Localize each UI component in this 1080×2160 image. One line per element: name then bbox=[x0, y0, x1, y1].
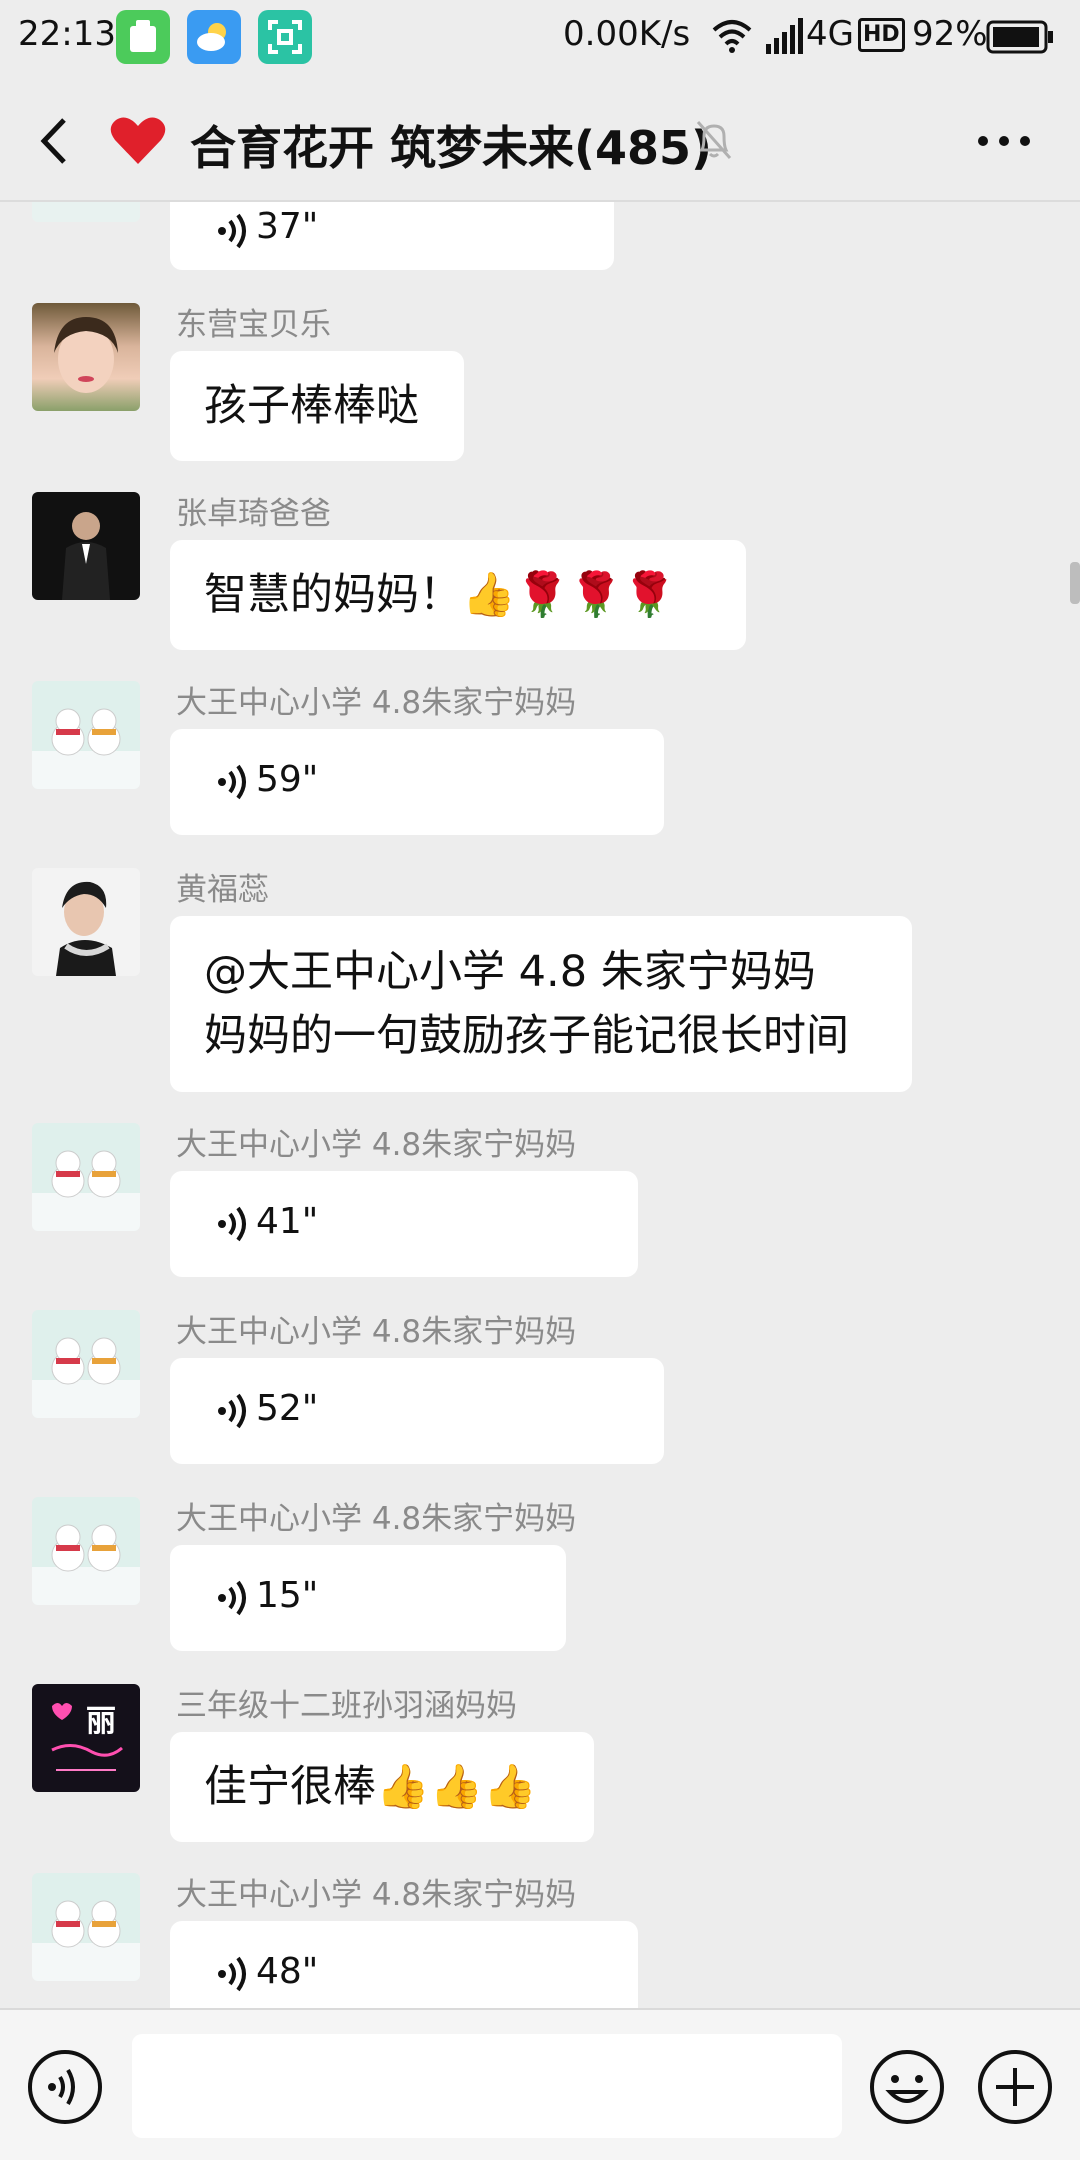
voice-icon bbox=[218, 1956, 246, 1992]
battery-icon bbox=[986, 20, 1053, 54]
net-speed: 0.00K/s bbox=[563, 14, 691, 54]
avatar[interactable] bbox=[32, 868, 140, 976]
voice-icon bbox=[218, 764, 246, 800]
sender-name: 大王中心小学 4.8朱家宁妈妈 bbox=[176, 1314, 577, 1350]
weather-icon bbox=[187, 10, 241, 64]
avatar[interactable] bbox=[32, 1310, 140, 1418]
chat-header: 合育花开 筑梦未来(485) bbox=[0, 74, 1080, 202]
sender-name: 大王中心小学 4.8朱家宁妈妈 bbox=[176, 1877, 577, 1913]
voice-bubble[interactable]: 48" bbox=[170, 1921, 638, 2008]
avatar[interactable] bbox=[32, 202, 140, 222]
mute-bell-icon bbox=[696, 121, 732, 159]
scrollbar-thumb[interactable] bbox=[1070, 562, 1080, 604]
voice-duration: 59" bbox=[256, 759, 319, 800]
sender-name: 大王中心小学 4.8朱家宁妈妈 bbox=[176, 685, 577, 721]
clock: 22:13 bbox=[18, 14, 116, 54]
back-arrow-icon[interactable] bbox=[36, 114, 72, 168]
voice-bubble[interactable]: 41" bbox=[170, 1171, 638, 1277]
wifi-icon bbox=[712, 20, 752, 53]
input-bar bbox=[0, 2008, 1080, 2160]
screenshot-icon bbox=[258, 10, 312, 64]
text-bubble[interactable]: 孩子棒棒哒 bbox=[170, 351, 464, 461]
sender-name: 张卓琦爸爸 bbox=[176, 496, 331, 532]
text-bubble[interactable]: 智慧的妈妈！👍🌹🌹🌹 bbox=[170, 540, 746, 650]
avatar[interactable] bbox=[32, 303, 140, 411]
voice-bubble[interactable]: 52" bbox=[170, 1358, 664, 1464]
message-input[interactable] bbox=[132, 2034, 842, 2138]
voice-bubble[interactable]: 15" bbox=[170, 1545, 566, 1651]
sender-name: 黄福蕊 bbox=[176, 872, 269, 908]
voice-duration: 52" bbox=[256, 1388, 319, 1429]
avatar-text: 丽 bbox=[86, 1704, 116, 1739]
voice-icon bbox=[218, 1393, 246, 1429]
sender-name: 东营宝贝乐 bbox=[176, 307, 331, 343]
cleaner-app-icon bbox=[116, 10, 170, 64]
avatar[interactable] bbox=[32, 1497, 140, 1605]
voice-icon bbox=[218, 213, 246, 249]
more-options-icon[interactable] bbox=[976, 134, 1032, 148]
voice-input-button[interactable] bbox=[26, 2048, 104, 2126]
voice-duration: 37" bbox=[256, 206, 319, 247]
heart-icon bbox=[110, 117, 166, 164]
battery-percent: 92% bbox=[912, 14, 988, 54]
avatar[interactable] bbox=[32, 1873, 140, 1981]
message-text-content: 孩子棒棒哒 bbox=[204, 381, 419, 431]
voice-bubble[interactable]: 59" bbox=[170, 729, 664, 835]
hd-badge: HD bbox=[858, 18, 905, 52]
voice-duration: 15" bbox=[256, 1575, 319, 1616]
signal-icon bbox=[766, 18, 803, 54]
message-text-line: 妈妈的一句鼓励孩子能记很长时间 bbox=[204, 1011, 849, 1061]
sender-name: 三年级十二班孙羽涵妈妈 bbox=[176, 1688, 517, 1724]
message-text-line: @大王中心小学 4.8 朱家宁妈妈 bbox=[204, 947, 816, 997]
voice-duration: 41" bbox=[256, 1201, 319, 1242]
sender-name: 大王中心小学 4.8朱家宁妈妈 bbox=[176, 1501, 577, 1537]
message-text-content: 智慧的妈妈！👍🌹🌹🌹 bbox=[204, 570, 677, 620]
emoji-button[interactable] bbox=[868, 2048, 946, 2126]
sender-name: 大王中心小学 4.8朱家宁妈妈 bbox=[176, 1127, 577, 1163]
text-bubble[interactable]: 佳宁很棒👍👍👍 bbox=[170, 1732, 594, 1842]
add-button[interactable] bbox=[976, 2048, 1054, 2126]
voice-icon bbox=[218, 1206, 246, 1242]
network-type: 4G bbox=[806, 14, 854, 54]
status-bar: 22:13 0.00K/s 4G HD 92% bbox=[0, 0, 1080, 74]
avatar[interactable] bbox=[32, 492, 140, 600]
message-text-content: 佳宁很棒👍👍👍 bbox=[204, 1762, 537, 1812]
text-bubble[interactable]: @大王中心小学 4.8 朱家宁妈妈 妈妈的一句鼓励孩子能记很长时间 bbox=[170, 916, 912, 1092]
avatar[interactable] bbox=[32, 681, 140, 789]
voice-bubble[interactable]: 37" bbox=[170, 202, 614, 270]
voice-duration: 48" bbox=[256, 1951, 319, 1992]
avatar[interactable]: 丽 bbox=[32, 1684, 140, 1792]
avatar[interactable] bbox=[32, 1123, 140, 1231]
chat-messages[interactable]: 37" 东营宝贝乐 孩子棒棒哒 张卓琦爸爸 智慧的妈妈！👍🌹🌹🌹 大王中心小学 … bbox=[0, 202, 1080, 2008]
chat-title: 合育花开 筑梦未来(485) bbox=[190, 121, 713, 175]
voice-icon bbox=[218, 1580, 246, 1616]
